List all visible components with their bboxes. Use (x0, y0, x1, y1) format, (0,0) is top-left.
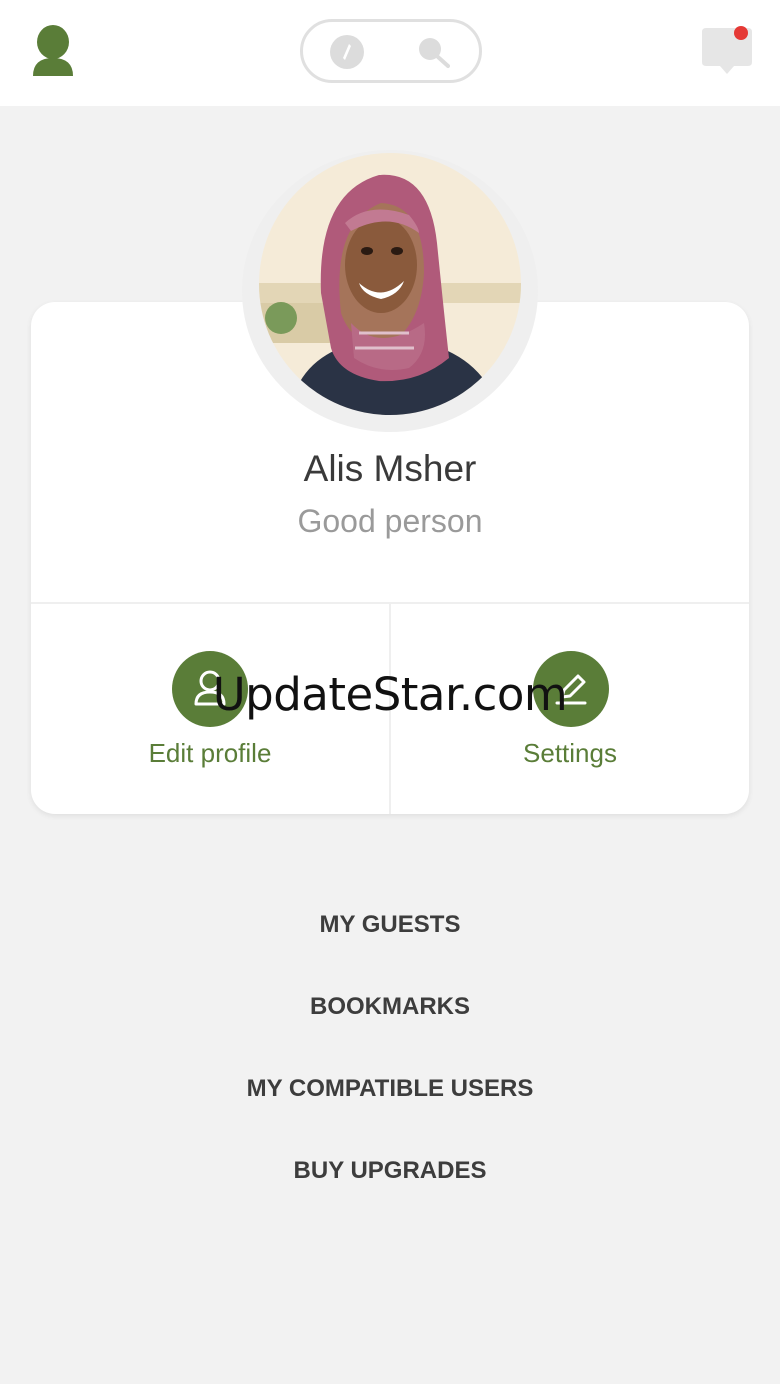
view-toggle (300, 19, 482, 83)
chat-bubble-icon (702, 26, 752, 74)
profile-name: Alis Msher (303, 448, 477, 489)
menu-item-bookmarks[interactable]: BOOKMARKS (0, 993, 780, 1021)
search-icon (419, 38, 450, 68)
settings-label: Settings (523, 738, 617, 768)
explore-toggle-button[interactable] (330, 35, 364, 69)
top-bar (0, 0, 780, 106)
menu-item-buy-upgrades[interactable]: BUY UPGRADES (0, 1157, 780, 1185)
search-toggle-button[interactable] (416, 35, 450, 69)
profile-photo (259, 153, 521, 415)
profile-status: Good person (297, 503, 483, 539)
messages-button[interactable] (698, 22, 756, 80)
watermark-text: UpdateStar.com (212, 668, 568, 721)
edit-profile-label: Edit profile (148, 738, 272, 768)
menu-item-my-guests[interactable]: MY GUESTS (0, 911, 780, 939)
menu-item-my-compatible-users[interactable]: MY COMPATIBLE USERS (0, 1075, 780, 1103)
avatar[interactable] (259, 153, 521, 415)
compass-icon (343, 44, 351, 60)
profile-nav-button[interactable] (30, 24, 78, 80)
user-silhouette-icon (33, 25, 73, 76)
notification-dot (734, 26, 748, 40)
